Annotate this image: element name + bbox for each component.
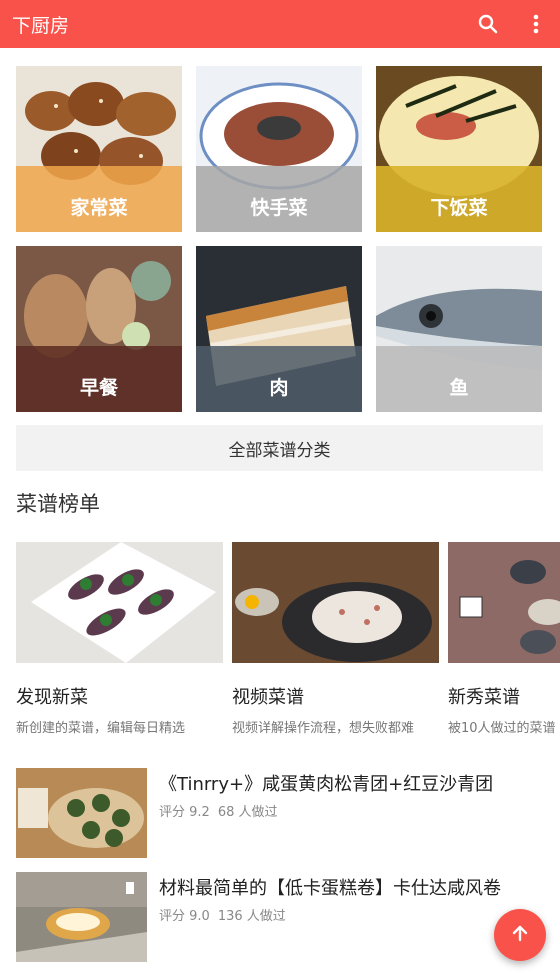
- recipe-rating: 评分 9.2: [159, 805, 210, 820]
- ranking-image: [232, 542, 439, 663]
- recipe-title: 《Tinrry+》咸蛋黄肉松青团+红豆沙青团: [159, 774, 494, 795]
- recipe-meta: 评分 9.0 136 人做过: [159, 905, 286, 924]
- search-button[interactable]: [464, 0, 512, 48]
- category-tile-rice-dish[interactable]: 下饭菜: [376, 66, 542, 232]
- recipe-rating: 评分 9.0: [159, 909, 210, 924]
- more-options-button[interactable]: [512, 0, 560, 48]
- category-tile-quick[interactable]: 快手菜: [196, 66, 362, 232]
- ranking-image: [448, 542, 560, 663]
- category-label: 下饭菜: [430, 196, 488, 219]
- all-categories-button[interactable]: 全部菜谱分类: [16, 425, 543, 471]
- recipe-thumbnail: [16, 768, 147, 858]
- recipe-item[interactable]: 《Tinrry+》咸蛋黄肉松青团+红豆沙青团 评分 9.2 68 人做过: [16, 768, 546, 858]
- category-tile-fish[interactable]: 鱼: [376, 246, 542, 412]
- category-tile-home-style[interactable]: 家常菜: [16, 66, 182, 232]
- arrow-up-icon: [511, 924, 529, 946]
- ranking-card-rookie[interactable]: 新秀菜谱 被10人做过的菜谱: [448, 542, 560, 736]
- search-icon: [478, 14, 498, 34]
- category-grid: 家常菜 快手菜 下饭菜 早餐 肉 鱼: [16, 66, 543, 412]
- app-title: 下厨房: [12, 14, 70, 37]
- more-vertical-icon: [533, 14, 539, 34]
- ranking-desc: 被10人做过的菜谱: [448, 721, 556, 736]
- ranking-name: 新秀菜谱: [448, 687, 520, 708]
- category-label: 鱼: [449, 376, 469, 399]
- recipe-made-count: 136 人做过: [217, 909, 286, 924]
- app-bar: 下厨房: [0, 0, 560, 48]
- ranking-section-title: 菜谱榜单: [16, 492, 100, 516]
- ranking-card-new[interactable]: 发现新菜 新创建的菜谱，编辑每日精选: [16, 542, 223, 736]
- scroll-to-top-button[interactable]: [494, 909, 546, 961]
- ranking-card-video[interactable]: 视频菜谱 视频详解操作流程，想失败都难: [232, 542, 439, 736]
- ranking-name: 视频菜谱: [232, 687, 304, 708]
- ranking-desc: 新创建的菜谱，编辑每日精选: [16, 721, 186, 736]
- ranking-carousel[interactable]: 发现新菜 新创建的菜谱，编辑每日精选 视频菜谱 视频详解操作流程，想失败都难 新…: [16, 542, 560, 742]
- category-tile-breakfast[interactable]: 早餐: [16, 246, 182, 412]
- category-label: 家常菜: [70, 196, 128, 219]
- ranking-image: [16, 542, 223, 663]
- recipe-item[interactable]: 材料最简单的【低卡蛋糕卷】卡仕达咸风卷 评分 9.0 136 人做过: [16, 872, 546, 962]
- category-tile-meat[interactable]: 肉: [196, 246, 362, 412]
- recipe-thumbnail: [16, 872, 147, 962]
- category-label: 快手菜: [250, 196, 308, 219]
- recipe-made-count: 68 人做过: [217, 805, 278, 820]
- category-label: 早餐: [79, 376, 118, 399]
- ranking-name: 发现新菜: [16, 687, 88, 708]
- recipe-meta: 评分 9.2 68 人做过: [159, 801, 278, 820]
- ranking-desc: 视频详解操作流程，想失败都难: [232, 721, 415, 736]
- recipe-title: 材料最简单的【低卡蛋糕卷】卡仕达咸风卷: [159, 878, 501, 899]
- category-label: 肉: [269, 376, 289, 399]
